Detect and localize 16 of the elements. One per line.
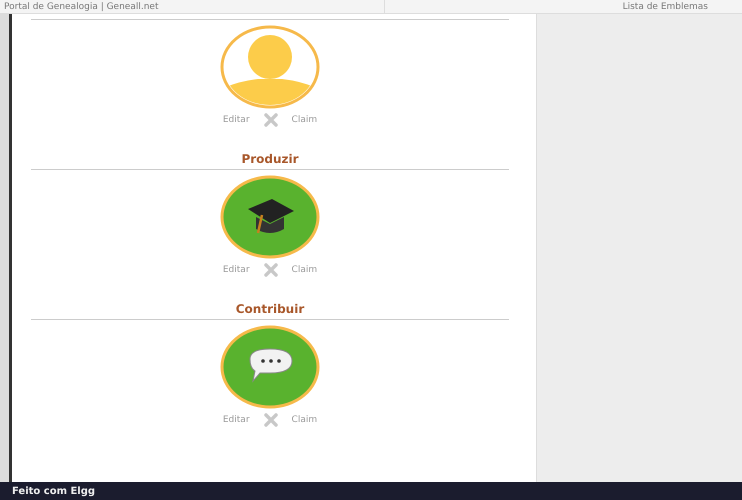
section-title: Contribuir xyxy=(236,302,304,316)
delete-icon[interactable] xyxy=(264,413,278,427)
claim-link[interactable]: Claim xyxy=(288,265,322,275)
speech-bubble-icon xyxy=(250,348,292,382)
claim-link[interactable]: Claim xyxy=(288,415,322,425)
graduation-cap-icon xyxy=(248,199,294,234)
delete-icon[interactable] xyxy=(264,263,278,277)
edit-link[interactable]: Editar xyxy=(218,265,254,275)
section-title: Produzir xyxy=(241,152,299,166)
edit-link[interactable]: Editar xyxy=(218,115,254,125)
delete-icon[interactable] xyxy=(264,113,278,127)
claim-link[interactable]: Claim xyxy=(288,115,322,125)
page-title: Lista de Emblemas xyxy=(622,2,708,13)
site-title[interactable]: Portal de Genealogia | Geneall.net xyxy=(4,2,158,13)
edit-link[interactable]: Editar xyxy=(218,415,254,425)
footer-text[interactable]: Feito com Elgg xyxy=(12,486,96,496)
